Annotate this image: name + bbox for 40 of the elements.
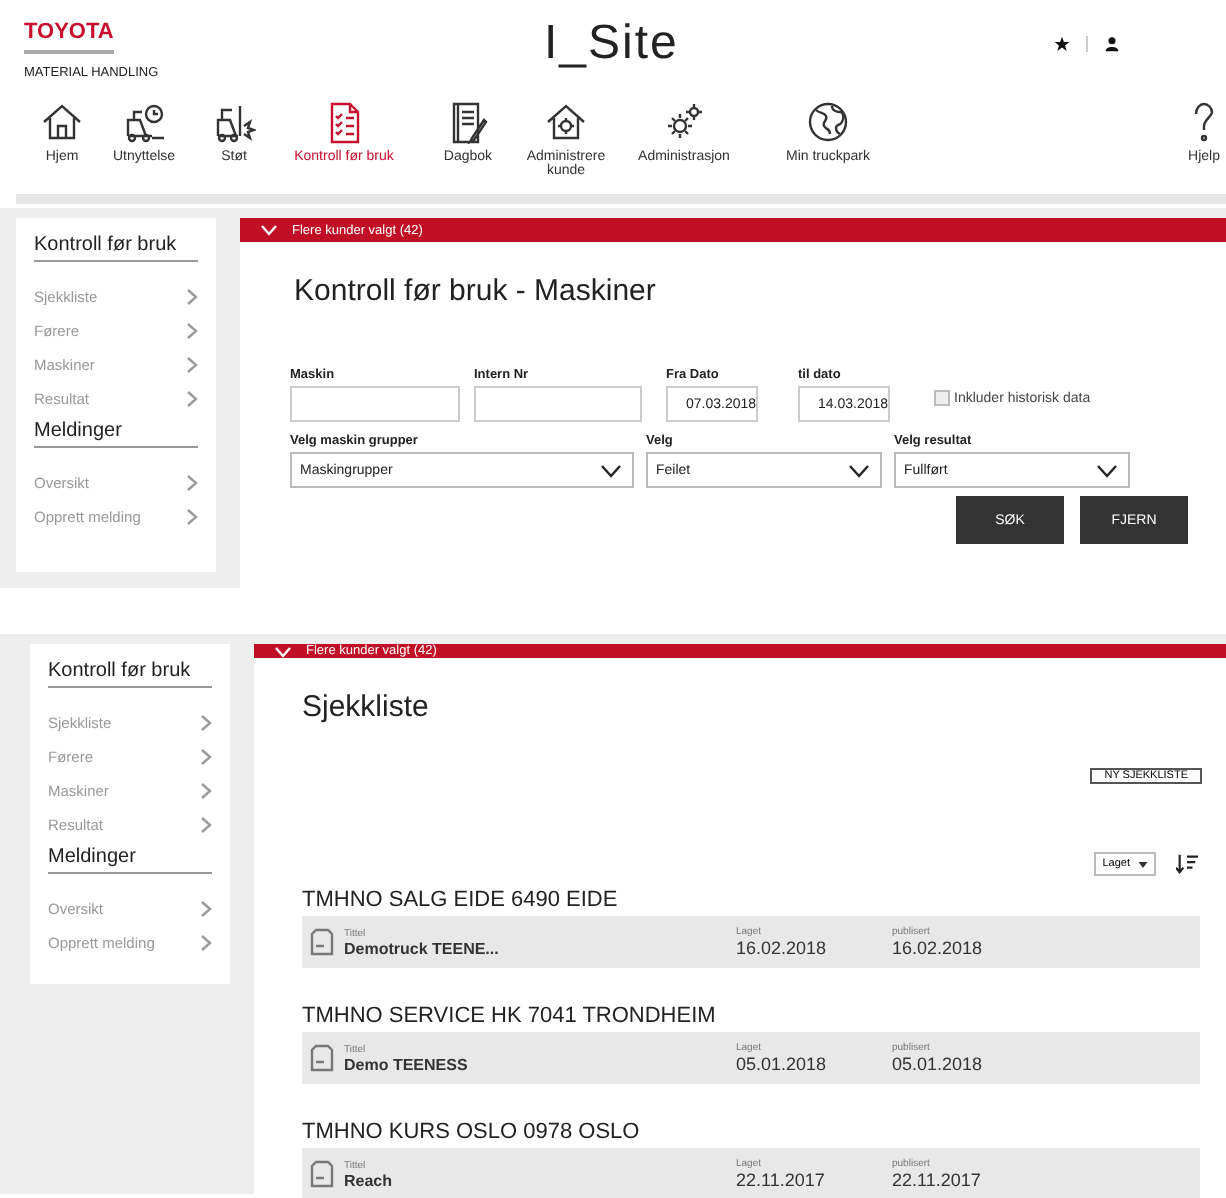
chevron-down-icon: [600, 463, 622, 477]
input-field[interactable]: [474, 386, 642, 422]
globe-icon: [806, 100, 850, 144]
sidebar-heading: Kontroll før bruk: [48, 660, 212, 688]
created-date: 16.02.2018: [736, 938, 829, 958]
checkbox[interactable]: [934, 390, 950, 406]
document-icon: [310, 1044, 334, 1072]
customer-name: TMHNO SALG EIDE 6490 EIDE: [302, 888, 620, 912]
star-icon: [1054, 36, 1070, 52]
sidebar-heading: Kontroll før bruk: [34, 234, 198, 262]
checklist-title: Demo TEENESS: [344, 1055, 470, 1073]
caret-down-icon: [1138, 861, 1148, 867]
forklift-clock-icon: [122, 100, 166, 144]
published-date: 22.11.2017: [892, 1170, 981, 1190]
page-title: Kontroll før bruk - Maskiner: [294, 274, 658, 308]
forklift-impact-icon: [212, 100, 256, 144]
app-title: I_Site: [544, 16, 679, 72]
user-icon: [1104, 36, 1120, 52]
published-date: 05.01.2018: [892, 1054, 983, 1074]
sidebar-heading: Meldinger: [34, 420, 198, 448]
sidebar-heading: Meldinger: [48, 846, 212, 874]
customer-name: TMHNO KURS OSLO 0978 OSLO: [302, 1120, 642, 1144]
checklist-title: Reach: [344, 1171, 395, 1189]
page-title: Sjekkliste: [302, 690, 431, 724]
sort-icon: [1176, 854, 1198, 874]
gears-icon: [662, 100, 706, 144]
chevron-down-icon: [260, 224, 278, 236]
document-icon: [310, 928, 334, 956]
document-icon: [310, 1160, 334, 1188]
created-date: 05.01.2018: [736, 1054, 829, 1074]
customer-name: TMHNO SERVICE HK 7041 TRONDHEIM: [302, 1004, 718, 1028]
checklist-title: Demotruck TEENE...: [344, 939, 501, 957]
house-gear-icon: [544, 100, 588, 144]
published-date: 16.02.2018: [892, 938, 983, 958]
brand-logo: TOYOTA: [24, 20, 114, 54]
chevron-down-icon: [848, 463, 870, 477]
chevron-down-icon: [1096, 463, 1118, 477]
home-icon: [40, 100, 84, 144]
input-field[interactable]: [290, 386, 460, 422]
created-date: 22.11.2017: [736, 1170, 827, 1190]
